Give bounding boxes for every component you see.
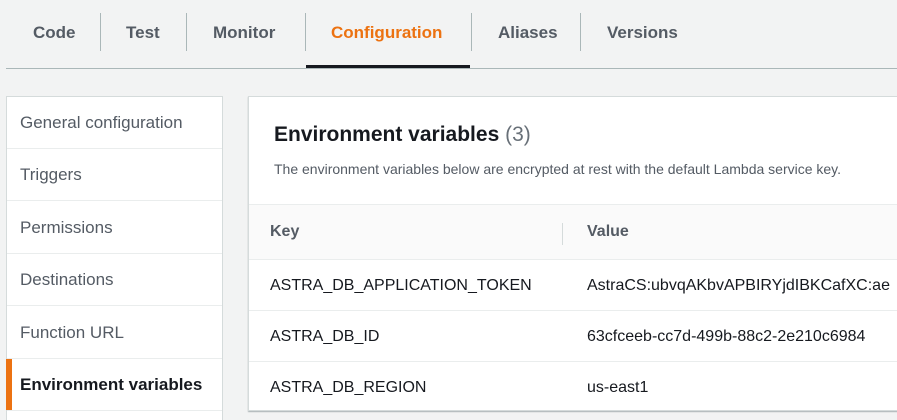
env-var-value: 63cfceeb-cc7d-499b-88c2-2e210c6984 <box>587 328 866 345</box>
column-header-key: Key <box>270 223 300 240</box>
table-row: ASTRA_DB_ID 63cfceeb-cc7d-499b-88c2-2e21… <box>249 312 897 362</box>
tab-monitor[interactable]: Monitor <box>213 0 275 68</box>
tab-divider <box>100 13 101 51</box>
tab-test[interactable]: Test <box>126 0 160 68</box>
env-var-key: ASTRA_DB_APPLICATION_TOKEN <box>270 277 532 294</box>
tab-divider <box>580 13 581 51</box>
tab-bar: Code Test Monitor Configuration Aliases … <box>0 0 897 68</box>
tab-versions[interactable]: Versions <box>607 0 678 68</box>
sidebar-item-triggers[interactable]: Triggers <box>7 149 222 201</box>
sidebar-item-permissions[interactable]: Permissions <box>7 202 222 254</box>
table-header: Key Value <box>249 205 897 260</box>
tab-divider <box>186 13 187 51</box>
table-row: ASTRA_DB_APPLICATION_TOKEN AstraCS:ubvqA… <box>249 261 897 311</box>
env-var-key: ASTRA_DB_ID <box>270 328 380 345</box>
sidebar-item-destinations[interactable]: Destinations <box>7 254 222 306</box>
tab-aliases[interactable]: Aliases <box>498 0 558 68</box>
column-divider <box>562 223 563 245</box>
tab-divider <box>305 13 306 51</box>
panel-title: Environment variables (3) <box>274 123 531 147</box>
environment-variables-panel: Environment variables (3) The environmen… <box>248 96 897 411</box>
panel-description: The environment variables below are encr… <box>274 161 842 177</box>
env-var-value: AstraCS:ubvqAKbvAPBIRYjdIBKCafXC:ae <box>587 277 890 294</box>
column-header-value: Value <box>587 223 629 240</box>
variable-count: (3) <box>505 123 531 146</box>
tab-code[interactable]: Code <box>33 0 76 68</box>
tab-divider <box>471 13 472 51</box>
sidebar-item-function-url[interactable]: Function URL <box>7 307 222 359</box>
table-row: ASTRA_DB_REGION us-east1 <box>249 363 897 413</box>
tab-configuration[interactable]: Configuration <box>331 0 442 68</box>
env-var-value: us-east1 <box>587 379 649 396</box>
panel-title-text: Environment variables <box>274 123 500 146</box>
sidebar-item-general-configuration[interactable]: General configuration <box>7 97 222 149</box>
env-var-key: ASTRA_DB_REGION <box>270 379 427 396</box>
config-sidebar: General configuration Triggers Permissio… <box>6 96 223 420</box>
sidebar-item-environment-variables[interactable]: Environment variables <box>6 359 222 411</box>
tab-bar-divider <box>6 68 897 69</box>
